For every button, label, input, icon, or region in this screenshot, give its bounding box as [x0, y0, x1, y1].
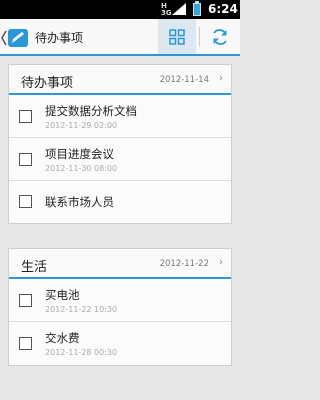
item-checkbox[interactable]: [19, 337, 32, 350]
list-item[interactable]: 联系市场人员: [9, 181, 231, 223]
grid-icon: [169, 28, 185, 45]
group-date: 2012-11-22: [159, 259, 209, 269]
list-item[interactable]: 项目进度会议 2012-11-30 08:00: [9, 138, 231, 181]
item-date: 2012-11-30 08:00: [45, 164, 118, 173]
item-checkbox[interactable]: [19, 110, 32, 123]
item-date: 2012-11-22 10:30: [45, 305, 118, 314]
item-title: 提交数据分析文档: [45, 104, 137, 118]
network-type-indicator: H 3G: [161, 2, 172, 17]
chevron-right-icon: ›: [219, 257, 223, 268]
pencil-app-icon: [8, 29, 28, 47]
back-chevron-icon: [1, 29, 28, 47]
chevron-right-icon: ›: [219, 73, 223, 84]
item-title: 联系市场人员: [45, 195, 114, 209]
battery-icon: [193, 1, 201, 16]
group-title: 生活: [21, 260, 48, 275]
item-checkbox[interactable]: [19, 153, 32, 166]
page-title: 待办事项: [35, 31, 84, 45]
item-checkbox[interactable]: [19, 294, 32, 307]
list-item[interactable]: 交水费 2012-11-28 00:30: [9, 322, 231, 365]
refresh-button[interactable]: [200, 19, 240, 54]
todo-group-card: 生活 2012-11-22 › 买电池 2012-11-22 10:30 交水费…: [8, 248, 232, 366]
item-checkbox[interactable]: [19, 195, 32, 208]
group-date: 2012-11-14: [159, 75, 209, 85]
todo-group-card: 待办事项 2012-11-14 › 提交数据分析文档 2012-11-29 02…: [8, 64, 232, 224]
item-date: 2012-11-28 00:30: [45, 348, 118, 357]
grid-view-button[interactable]: [158, 19, 196, 54]
group-title: 待办事项: [21, 76, 74, 91]
group-header[interactable]: 待办事项 2012-11-14 ›: [9, 65, 231, 95]
status-bar: H 3G 6:24: [0, 0, 240, 19]
group-header[interactable]: 生活 2012-11-22 ›: [9, 249, 231, 279]
item-date: 2012-11-29 02:00: [45, 121, 118, 130]
item-title: 项目进度会议: [45, 147, 114, 161]
signal-strength-icon: [172, 3, 186, 15]
action-bar: 待办事项: [0, 19, 240, 56]
status-time: 6:24: [208, 2, 238, 16]
item-title: 交水费: [45, 331, 80, 345]
list-item[interactable]: 买电池 2012-11-22 10:30: [9, 279, 231, 322]
home-up-button[interactable]: [0, 27, 30, 49]
list-item[interactable]: 提交数据分析文档 2012-11-29 02:00: [9, 95, 231, 138]
refresh-icon: [213, 28, 227, 45]
item-title: 买电池: [45, 288, 80, 302]
